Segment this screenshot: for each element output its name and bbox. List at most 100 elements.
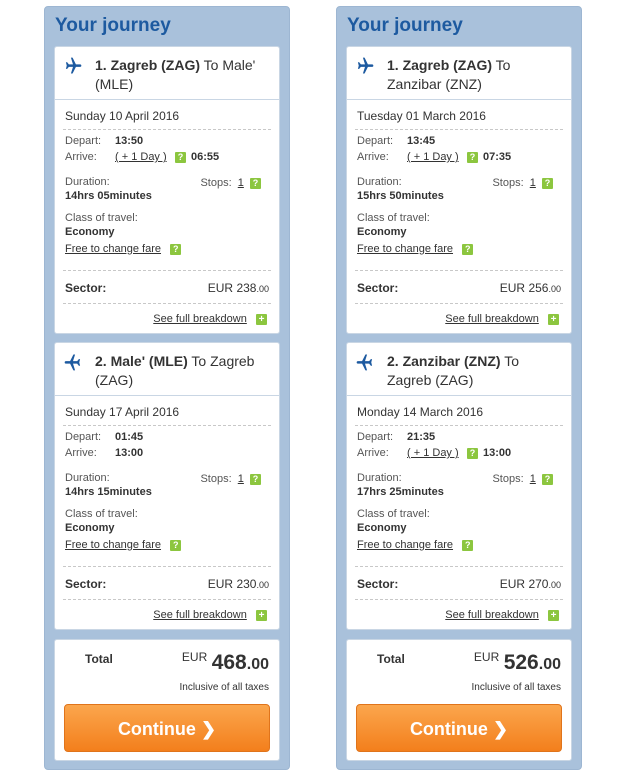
sector-label: Sector: xyxy=(65,577,107,591)
help-icon[interactable]: ? xyxy=(542,473,553,485)
leg-date: Sunday 10 April 2016 xyxy=(65,109,180,123)
total-label: Total xyxy=(85,652,113,666)
leg-route: 2. Male' (MLE) To Zagreb (ZAG) xyxy=(95,353,255,388)
free-change-fare-link[interactable]: Free to change fare xyxy=(357,243,453,255)
divider xyxy=(63,129,271,130)
divider xyxy=(63,270,271,271)
plus-icon[interactable]: + xyxy=(548,313,559,325)
leg-route: 2. Zanzibar (ZNZ) To Zagreb (ZAG) xyxy=(387,353,519,388)
chevron-right-icon: ❯ xyxy=(492,719,509,739)
arrive-row: Arrive:( + 1 Day )? 13:00 xyxy=(357,447,512,459)
sector-label: Sector: xyxy=(357,281,399,295)
stops: Stops: 1 ? xyxy=(492,177,553,189)
stops-link[interactable]: 1 xyxy=(530,473,536,485)
leg-route: 1. Zagreb (ZAG) To Zanzibar (ZNZ) xyxy=(387,57,511,92)
help-icon[interactable]: ? xyxy=(170,539,182,551)
inclusive-taxes-note: Inclusive of all taxes xyxy=(179,682,270,693)
plus-icon[interactable]: + xyxy=(256,609,267,621)
leg-card-1: 1. Zagreb (ZAG) To Male' (MLE) Sunday 10… xyxy=(54,46,280,334)
total-card: Total EUR 468.00 Inclusive of all taxes … xyxy=(54,639,280,761)
help-icon[interactable]: ? xyxy=(170,243,182,255)
breakdown-row: See full breakdown + xyxy=(153,609,267,621)
see-full-breakdown-link[interactable]: See full breakdown xyxy=(445,313,539,325)
duration: Duration: 15hrs 50minutes xyxy=(357,176,444,202)
stops-link[interactable]: 1 xyxy=(238,473,244,485)
fare-row: Free to change fare ? xyxy=(357,243,474,255)
fare-row: Free to change fare ? xyxy=(357,539,474,551)
total-label: Total xyxy=(377,652,405,666)
leg-date: Tuesday 01 March 2016 xyxy=(357,109,486,123)
divider xyxy=(63,566,271,567)
stops: Stops: 1 ? xyxy=(492,473,553,485)
breakdown-row: See full breakdown + xyxy=(445,313,559,325)
sector-price: EUR 238.00 xyxy=(207,281,269,295)
free-change-fare-link[interactable]: Free to change fare xyxy=(65,539,161,551)
help-icon[interactable]: ? xyxy=(467,152,478,163)
sector-price: EUR 256.00 xyxy=(499,281,561,295)
depart-row: Depart: 01:45 xyxy=(65,431,144,443)
help-icon[interactable]: ? xyxy=(175,152,186,163)
divider xyxy=(63,425,271,426)
panel-title: Your journey xyxy=(55,15,171,36)
journey-panel-left: Your journey 1. Zagreb (ZAG) To Male' (M… xyxy=(44,6,290,770)
duration: Duration: 17hrs 25minutes xyxy=(357,472,444,498)
total-amount: EUR 526.00 xyxy=(473,650,561,674)
sector-price: EUR 270.00 xyxy=(499,577,561,591)
help-icon[interactable]: ? xyxy=(250,177,261,189)
see-full-breakdown-link[interactable]: See full breakdown xyxy=(153,313,247,325)
duration: Duration: 14hrs 15minutes xyxy=(65,472,152,498)
class-of-travel: Class of travel: Economy xyxy=(357,212,430,238)
breakdown-row: See full breakdown + xyxy=(445,609,559,621)
journey-panel-right: Your journey 1. Zagreb (ZAG) To Zanzibar… xyxy=(336,6,582,770)
sector-label: Sector: xyxy=(65,281,107,295)
leg-route: 1. Zagreb (ZAG) To Male' (MLE) xyxy=(95,57,256,92)
airplane-icon xyxy=(64,354,81,371)
duration: Duration: 14hrs 05minutes xyxy=(65,176,152,202)
arrive-row: Arrive: 13:00 xyxy=(65,447,144,459)
divider xyxy=(355,566,563,567)
plus-icon[interactable]: + xyxy=(548,609,559,621)
depart-row: Depart: 21:35 xyxy=(357,431,436,443)
stops: Stops: 1 ? xyxy=(200,177,261,189)
leg-header: 2. Zanzibar (ZNZ) To Zagreb (ZAG) xyxy=(347,343,571,396)
total-card: Total EUR 526.00 Inclusive of all taxes … xyxy=(346,639,572,761)
class-of-travel: Class of travel: Economy xyxy=(65,508,138,534)
see-full-breakdown-link[interactable]: See full breakdown xyxy=(153,609,247,621)
class-of-travel: Class of travel: Economy xyxy=(65,212,138,238)
see-full-breakdown-link[interactable]: See full breakdown xyxy=(445,609,539,621)
continue-button[interactable]: Continue ❯ xyxy=(356,704,562,752)
help-icon[interactable]: ? xyxy=(250,473,261,485)
breakdown-row: See full breakdown + xyxy=(153,313,267,325)
next-day-link[interactable]: ( + 1 Day ) xyxy=(407,447,459,459)
help-icon[interactable]: ? xyxy=(462,243,474,255)
divider xyxy=(355,129,563,130)
fare-row: Free to change fare ? xyxy=(65,539,182,551)
airplane-icon xyxy=(356,354,373,371)
depart-row: Depart: 13:50 xyxy=(65,135,144,147)
chevron-right-icon: ❯ xyxy=(200,719,217,739)
continue-button[interactable]: Continue ❯ xyxy=(64,704,270,752)
leg-header: 2. Male' (MLE) To Zagreb (ZAG) xyxy=(55,343,279,396)
leg-card-1: 1. Zagreb (ZAG) To Zanzibar (ZNZ) Tuesda… xyxy=(346,46,572,334)
arrive-row: Arrive:( + 1 Day )? 06:55 xyxy=(65,151,220,163)
leg-header: 1. Zagreb (ZAG) To Male' (MLE) xyxy=(55,47,279,100)
plus-icon[interactable]: + xyxy=(256,313,267,325)
arrive-row: Arrive:( + 1 Day )? 07:35 xyxy=(357,151,512,163)
stops: Stops: 1 ? xyxy=(200,473,261,485)
panel-title: Your journey xyxy=(347,15,463,36)
help-icon[interactable]: ? xyxy=(542,177,553,189)
leg-card-2: 2. Male' (MLE) To Zagreb (ZAG) Sunday 17… xyxy=(54,342,280,630)
stops-link[interactable]: 1 xyxy=(238,177,244,189)
leg-date: Monday 14 March 2016 xyxy=(357,405,484,419)
next-day-link[interactable]: ( + 1 Day ) xyxy=(115,151,167,163)
divider xyxy=(63,599,271,600)
next-day-link[interactable]: ( + 1 Day ) xyxy=(407,151,459,163)
divider xyxy=(355,303,563,304)
free-change-fare-link[interactable]: Free to change fare xyxy=(65,243,161,255)
free-change-fare-link[interactable]: Free to change fare xyxy=(357,539,453,551)
help-icon[interactable]: ? xyxy=(462,539,474,551)
inclusive-taxes-note: Inclusive of all taxes xyxy=(471,682,562,693)
help-icon[interactable]: ? xyxy=(467,448,478,459)
fare-row: Free to change fare ? xyxy=(65,243,182,255)
stops-link[interactable]: 1 xyxy=(530,177,536,189)
